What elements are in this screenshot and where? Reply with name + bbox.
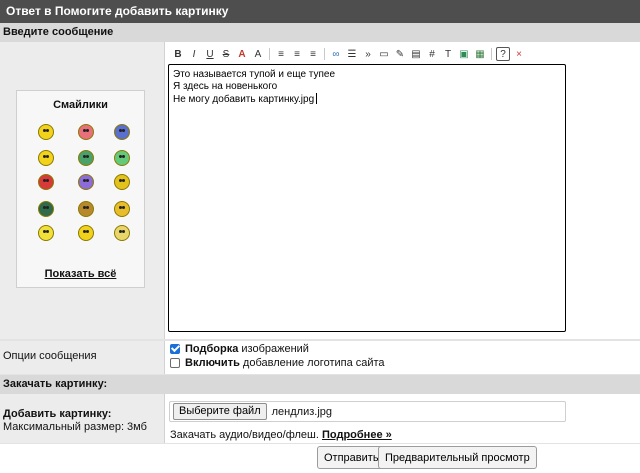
- option-1-bold: Подборка: [185, 343, 239, 355]
- toolbar-separator: [324, 48, 325, 60]
- alien-icon[interactable]: [114, 124, 130, 140]
- insert-icon[interactable]: ✎: [393, 47, 407, 61]
- media-upload-line: Закачать аудио/видео/флеш. Подробнее »: [170, 429, 392, 441]
- editor-line-1: Это называется тупой и еще тупее: [173, 69, 336, 80]
- cheer-icon[interactable]: [114, 201, 130, 217]
- video-icon[interactable]: ▦: [473, 47, 487, 61]
- code-icon[interactable]: ▭: [377, 47, 391, 61]
- book-icon[interactable]: [78, 201, 94, 217]
- text-icon[interactable]: T: [441, 47, 455, 61]
- ninja-icon[interactable]: [38, 201, 54, 217]
- align-right-icon[interactable]: ≡: [306, 47, 320, 61]
- selected-file-name: лендлиз.jpg: [271, 405, 332, 418]
- media-upload-text: Закачать аудио/видео/флеш.: [170, 429, 319, 441]
- option-1-text: изображений: [238, 343, 309, 355]
- file-upload-field: Выберите файл лендлиз.jpg: [169, 401, 566, 422]
- editor-line-3: Не могу добавить картинку.jpg: [173, 93, 561, 106]
- italic-icon[interactable]: I: [187, 47, 201, 61]
- window-title: Ответ в Помогите добавить картинку: [0, 0, 640, 23]
- help-icon[interactable]: ?: [496, 47, 510, 61]
- text-caret: [316, 93, 318, 104]
- submit-button[interactable]: Отправить: [317, 446, 386, 469]
- image-picker-checkbox[interactable]: [170, 344, 180, 354]
- bold-icon[interactable]: B: [171, 47, 185, 61]
- quote-icon[interactable]: »: [361, 47, 375, 61]
- site-logo-checkbox[interactable]: [170, 358, 180, 368]
- show-all-smilies-link[interactable]: Показать всё: [17, 268, 144, 280]
- gun-icon[interactable]: [78, 150, 94, 166]
- shooter-icon[interactable]: [38, 174, 54, 190]
- option-2-bold: Включить: [185, 357, 240, 369]
- hr-icon[interactable]: #: [425, 47, 439, 61]
- star-icon[interactable]: [114, 225, 130, 241]
- smilies-title: Смайлики: [53, 99, 108, 111]
- toolbar-separator: [269, 48, 270, 60]
- link-icon[interactable]: ∞: [329, 47, 343, 61]
- strike-icon[interactable]: S: [219, 47, 233, 61]
- hang-icon[interactable]: [38, 225, 54, 241]
- option-image-picker[interactable]: Подборка изображений: [170, 343, 309, 355]
- more-info-link[interactable]: Подробнее »: [322, 429, 392, 441]
- section-upload-header: Закачать картинку:: [0, 375, 640, 394]
- text-color-icon[interactable]: A: [235, 47, 249, 61]
- spoiler-icon[interactable]: ▤: [409, 47, 423, 61]
- max-size-label: Максимальный размер: 3мб: [3, 421, 147, 433]
- align-left-icon[interactable]: ≡: [274, 47, 288, 61]
- laugh-icon[interactable]: [78, 225, 94, 241]
- list-icon[interactable]: ☰: [345, 47, 359, 61]
- smile-icon[interactable]: [38, 124, 54, 140]
- image-icon[interactable]: ▣: [457, 47, 471, 61]
- green-face-icon[interactable]: [114, 150, 130, 166]
- thinking-icon[interactable]: [38, 150, 54, 166]
- smilies-panel: Смайлики Показать всё: [16, 90, 145, 288]
- devil-icon[interactable]: [78, 174, 94, 190]
- toolbar-separator: [491, 48, 492, 60]
- option-2-text: добавление логотипа сайта: [239, 357, 385, 369]
- underline-icon[interactable]: U: [203, 47, 217, 61]
- editor-line-2: Я здесь на новенького: [173, 81, 278, 92]
- preview-button[interactable]: Предварительный просмотр: [378, 446, 537, 469]
- font-size-icon[interactable]: A: [251, 47, 265, 61]
- options-label: Опции сообщения: [3, 350, 97, 362]
- align-center-icon[interactable]: ≡: [290, 47, 304, 61]
- add-image-label: Добавить картинку:: [3, 408, 112, 420]
- section-message-header: Введите сообщение: [0, 23, 640, 42]
- message-textarea[interactable]: Это называется тупой и еще тупее Я здесь…: [168, 64, 566, 332]
- choose-file-button[interactable]: Выберите файл: [173, 403, 267, 420]
- editor-toolbar: B I U S A A ≡ ≡ ≡ ∞ ☰» ▭ ✎ ▤ # T ▣ ▦? ×: [171, 46, 526, 62]
- clear-icon[interactable]: ×: [512, 47, 526, 61]
- option-site-logo[interactable]: Включить добавление логотипа сайта: [170, 357, 385, 369]
- wave-icon[interactable]: [114, 174, 130, 190]
- in-love-icon[interactable]: [78, 124, 94, 140]
- editor-line-3-text: Не могу добавить картинку.jpg: [173, 94, 315, 105]
